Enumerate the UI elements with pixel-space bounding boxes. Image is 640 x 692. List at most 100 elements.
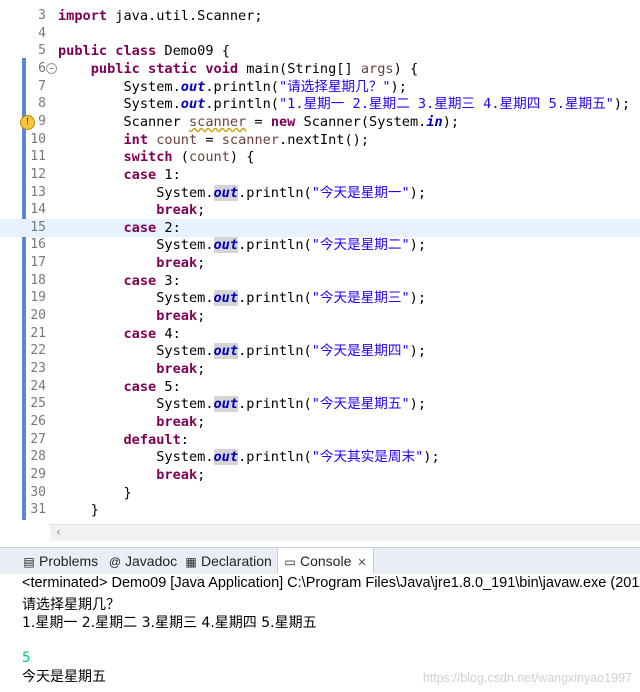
- code-token: Scanner: [58, 113, 189, 130]
- code-token: new: [270, 113, 296, 130]
- code-token: );: [423, 449, 440, 466]
- code-line[interactable]: 20 break;: [0, 307, 640, 325]
- code-line[interactable]: 4: [0, 25, 640, 43]
- code-token: args: [360, 60, 394, 77]
- code-line[interactable]: 19 System.out.println("今天是星期三");: [0, 289, 640, 307]
- code-line[interactable]: 16 System.out.println("今天是星期二");: [0, 236, 640, 254]
- code-token: "今天是星期一": [311, 184, 410, 201]
- code-line[interactable]: 12 case 1:: [0, 166, 640, 184]
- line-number: 20: [30, 308, 46, 324]
- code-line[interactable]: 23 break;: [0, 360, 640, 378]
- code-line[interactable]: 10 int count = scanner.nextInt();: [0, 131, 640, 149]
- code-text: case 1:: [58, 166, 180, 184]
- code-token: }: [58, 502, 99, 519]
- code-token: 5:: [156, 378, 181, 395]
- code-token: 3:: [156, 272, 181, 289]
- code-token: System.: [58, 184, 214, 201]
- code-text: break;: [58, 466, 205, 484]
- line-number: 12: [30, 166, 46, 182]
- horizontal-scrollbar[interactable]: ‹: [50, 524, 640, 541]
- code-editor[interactable]: 3 import java.util.Scanner; 4 5 public class…: [0, 0, 640, 524]
- code-line[interactable]: 28 System.out.println("今天其实是周末");: [0, 448, 640, 466]
- tab-declaration[interactable]: ▦ Declaration: [184, 548, 272, 574]
- code-token: .println(: [238, 184, 312, 201]
- code-token: case: [123, 325, 157, 342]
- code-line[interactable]: 11 switch (count) {: [0, 148, 640, 166]
- code-line[interactable]: 18 case 3:: [0, 272, 640, 290]
- code-token: ;: [197, 413, 206, 430]
- code-line[interactable]: 26 break;: [0, 413, 640, 431]
- code-text: Scanner scanner = new Scanner(System.in)…: [58, 113, 459, 131]
- line-number: 28: [30, 449, 46, 465]
- code-token: System.: [58, 449, 214, 466]
- code-line[interactable]: 29 break;: [0, 466, 640, 484]
- code-line[interactable]: 15 case 2:: [0, 218, 640, 237]
- code-token: public: [58, 43, 108, 60]
- code-line[interactable]: 22 System.out.println("今天是星期四");: [0, 342, 640, 360]
- code-text: int count = scanner.nextInt();: [58, 131, 369, 149]
- line-number: 30: [30, 484, 46, 500]
- code-line[interactable]: 24 case 5:: [0, 378, 640, 396]
- code-text: System.out.println("今天是星期四");: [58, 342, 426, 360]
- scroll-left-arrow-icon[interactable]: ‹: [56, 525, 61, 539]
- code-token: System.: [58, 396, 214, 413]
- code-line[interactable]: 17 break;: [0, 254, 640, 272]
- warning-icon[interactable]: !: [20, 114, 35, 130]
- code-line[interactable]: 13 System.out.println("今天是星期一");: [0, 184, 640, 202]
- code-text: System.out.println("今天是星期五");: [58, 395, 426, 413]
- code-token: out: [213, 184, 239, 201]
- code-token: case: [123, 166, 157, 183]
- code-token: 4:: [156, 325, 181, 342]
- code-token: ;: [197, 255, 206, 272]
- code-token: .println(: [238, 290, 312, 307]
- code-line[interactable]: 9! Scanner scanner = new Scanner(System.…: [0, 113, 640, 131]
- line-number: 5: [38, 43, 46, 59]
- code-token: =: [246, 113, 271, 130]
- code-token: out: [213, 237, 239, 254]
- code-line[interactable]: 3 import java.util.Scanner;: [0, 7, 640, 25]
- code-line[interactable]: 14 break;: [0, 201, 640, 219]
- code-line[interactable]: 6− public static void main(String[] args…: [0, 60, 640, 78]
- code-token: "1.星期一 2.星期二 3.星期三 4.星期四 5.星期五": [279, 96, 614, 113]
- code-token: count: [188, 149, 230, 166]
- code-token: System.: [58, 290, 214, 307]
- line-number: 11: [30, 149, 46, 165]
- code-line[interactable]: 21 case 4:: [0, 325, 640, 343]
- code-token: );: [409, 237, 427, 254]
- code-token: );: [390, 78, 407, 95]
- code-token: case: [123, 219, 157, 236]
- code-token: .println(: [205, 96, 279, 113]
- line-number: 23: [30, 361, 46, 376]
- line-number: 17: [30, 255, 46, 271]
- code-line[interactable]: 5 public class Demo09 {: [0, 42, 640, 60]
- code-line[interactable]: 8 System.out.println("1.星期一 2.星期二 3.星期三 …: [0, 95, 640, 113]
- code-line[interactable]: 31 }: [0, 501, 640, 519]
- code-line[interactable]: 25 System.out.println("今天是星期五");: [0, 395, 640, 413]
- code-line[interactable]: 27 default:: [0, 431, 640, 449]
- tab-console[interactable]: ▭ Console ✕: [277, 548, 374, 574]
- tab-problems[interactable]: ▤ Problems: [22, 548, 98, 574]
- code-text: break;: [58, 201, 205, 219]
- code-text: public static void main(String[] args) {: [58, 60, 418, 78]
- tab-javadoc[interactable]: @ Javadoc: [108, 548, 177, 574]
- code-token: "今天是星期五": [311, 396, 410, 413]
- code-token: out: [213, 396, 239, 413]
- code-line[interactable]: 30 }: [0, 484, 640, 502]
- fold-toggle-icon[interactable]: −: [46, 62, 57, 74]
- code-text: System.out.println("今天其实是周末");: [58, 448, 440, 466]
- code-token: scanner: [221, 131, 280, 148]
- code-line[interactable]: 7 System.out.println("请选择星期几？");: [0, 78, 640, 96]
- line-number: 18: [30, 272, 46, 288]
- code-token: public: [90, 60, 140, 77]
- code-token: scanner: [188, 113, 247, 130]
- line-number: 3: [38, 8, 46, 23]
- close-icon[interactable]: ✕: [357, 557, 366, 569]
- console-view[interactable]: <terminated> Demo09 [Java Application] C…: [0, 574, 640, 692]
- problems-icon: ▤: [23, 555, 35, 569]
- declaration-icon: ▦: [185, 555, 197, 569]
